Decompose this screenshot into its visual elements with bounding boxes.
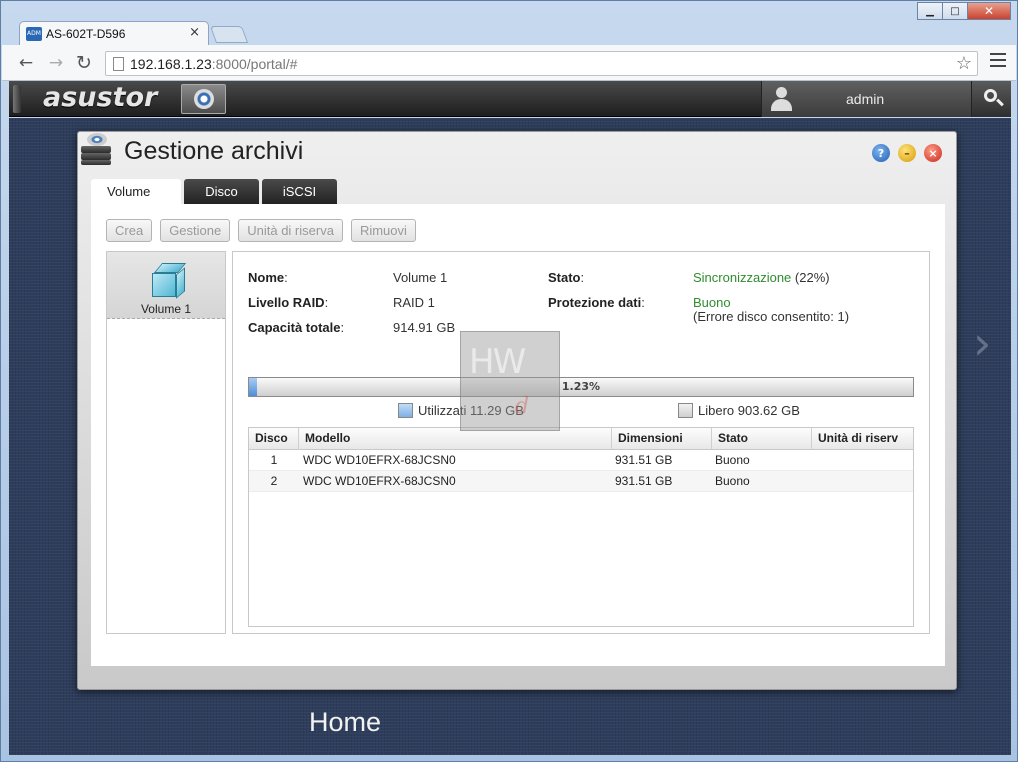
url-path: :8000/portal/# (211, 56, 298, 72)
protection-value: Buono (693, 295, 731, 310)
tab-bar: Volume Disco iSCSI (91, 179, 337, 204)
volume-list: Volume 1 (106, 251, 226, 634)
minimize-icon[interactable]: – (898, 144, 916, 162)
disk-table-header: Disco Modello Dimensioni Stato Unità di … (249, 428, 913, 450)
asustor-logo: asustor (43, 82, 158, 113)
usage-percent: 1.23% (561, 380, 601, 393)
browser-menu-icon[interactable] (990, 53, 1006, 71)
col-dimensioni[interactable]: Dimensioni (612, 428, 712, 450)
raid-value: RAID 1 (393, 295, 435, 310)
storage-manager-window: Gestione archivi ? – × Volume Disco iSCS… (77, 131, 957, 690)
name-value: Volume 1 (393, 270, 448, 285)
tab-volume[interactable]: Volume (91, 179, 181, 204)
address-url[interactable]: 192.168.1.23:8000/portal/# (130, 56, 297, 72)
col-stato[interactable]: Stato (712, 428, 812, 450)
watermark-accent: d (515, 394, 530, 419)
reload-icon[interactable]: ↻ (74, 53, 94, 73)
storage-icon[interactable] (181, 84, 226, 114)
spare-drive-button[interactable]: Unità di riserva (238, 219, 343, 242)
window-title: Gestione archivi (124, 137, 304, 165)
free-swatch (678, 403, 693, 418)
browser-toolbar: ← → ↻ 192.168.1.23:8000/portal/# ☆ (2, 45, 1016, 81)
storage-manager-icon (79, 133, 113, 165)
user-icon (770, 87, 792, 111)
tab-close-icon[interactable]: × (189, 25, 200, 40)
protection-note: (Errore disco consentito: 1) (693, 309, 850, 324)
help-icon[interactable]: ? (872, 144, 890, 162)
window-maximize-button[interactable]: □ (942, 2, 968, 20)
bookmark-star-icon[interactable]: ☆ (956, 53, 972, 74)
url-host: 192.168.1.23 (130, 56, 212, 72)
status-value: Sincronizzazione (22%) (693, 270, 830, 285)
header-grip[interactable] (13, 85, 21, 113)
tab-iscsi[interactable]: iSCSI (262, 179, 337, 204)
window-close-button[interactable]: ✕ (967, 2, 1011, 20)
volume-cube-icon (146, 259, 187, 299)
col-modello[interactable]: Modello (299, 428, 612, 450)
asustor-header: asustor admin (9, 81, 1011, 117)
search-icon[interactable] (971, 81, 1011, 117)
disk-table: Disco Modello Dimensioni Stato Unità di … (248, 427, 914, 627)
user-name: admin (846, 91, 885, 107)
cell-size: 931.51 GB (615, 453, 673, 467)
cell-status: Buono (715, 453, 750, 467)
volume-list-item[interactable]: Volume 1 (107, 252, 225, 319)
capacity-value: 914.91 GB (393, 320, 456, 335)
new-tab-button[interactable] (209, 26, 249, 43)
usage-progress-bar: 1.23% (248, 377, 914, 397)
capacity-field: Capacità totale: (248, 320, 345, 335)
browser-tab-title: AS-602T-D596 (46, 27, 126, 41)
action-toolbar: Crea Gestione Unità di riserva Rimuovi (106, 219, 416, 242)
legend-free: Libero 903.62 GB (678, 403, 800, 418)
name-label: Nome (248, 270, 285, 285)
table-row[interactable]: 2 WDC WD10EFRX-68JCSN0 931.51 GB Buono (249, 471, 913, 492)
raid-label: Livello RAID (248, 295, 325, 310)
protection-label: Protezione dati (548, 295, 642, 310)
name-field: Nome: (248, 270, 288, 285)
status-field: Stato: (548, 270, 585, 285)
raid-field: Livello RAID: (248, 295, 329, 310)
watermark-text: HW (469, 342, 526, 382)
create-button[interactable]: Crea (106, 219, 153, 242)
page-icon (113, 57, 124, 71)
volume-detail-panel: Nome: Volume 1 Livello RAID: RAID 1 Capa… (232, 251, 930, 634)
status-label: Stato (548, 270, 581, 285)
status-text: Sincronizzazione (693, 270, 792, 285)
cell-status: Buono (715, 474, 750, 488)
back-icon[interactable]: ← (16, 53, 36, 73)
status-progress: (22%) (794, 270, 830, 285)
browser-tab[interactable]: ADM AS-602T-D596 × (19, 21, 209, 46)
address-bar[interactable]: 192.168.1.23:8000/portal/# ☆ (105, 51, 978, 76)
window-title-controls: ? – × (872, 144, 942, 162)
window-minimize-button[interactable]: ▁ (917, 2, 943, 20)
cell-model: WDC WD10EFRX-68JCSN0 (303, 474, 456, 488)
forward-icon[interactable]: → (46, 53, 66, 73)
window-controls: ▁ □ ✕ (917, 2, 1011, 21)
remove-button[interactable]: Rimuovi (350, 219, 416, 242)
volume-item-label: Volume 1 (140, 302, 192, 316)
free-label: Libero 903.62 GB (698, 403, 800, 418)
cell-disk: 1 (270, 453, 278, 467)
watermark-logo: HW d (460, 331, 560, 431)
tabstrip: ADM AS-602T-D596 × ▁ □ ✕ (1, 1, 1017, 46)
table-row[interactable]: 1 WDC WD10EFRX-68JCSN0 931.51 GB Buono (249, 450, 913, 471)
next-page-arrow-icon[interactable]: › (973, 316, 991, 370)
desktop-home-label: Home (309, 707, 382, 737)
used-swatch (398, 403, 413, 418)
cell-model: WDC WD10EFRX-68JCSN0 (303, 453, 456, 467)
adm-favicon-icon: ADM (26, 27, 42, 41)
manage-button[interactable]: Gestione (160, 219, 231, 242)
cell-size: 931.51 GB (615, 474, 673, 488)
user-menu[interactable]: admin (761, 81, 971, 117)
close-icon[interactable]: × (924, 144, 942, 162)
col-disco[interactable]: Disco (249, 428, 299, 450)
protection-field: Protezione dati: (548, 295, 645, 310)
content-panel: Crea Gestione Unità di riserva Rimuovi V… (91, 204, 945, 666)
capacity-label: Capacità totale (248, 320, 341, 335)
tab-disco[interactable]: Disco (184, 179, 259, 204)
col-unita-riserva[interactable]: Unità di riserv (812, 428, 913, 450)
cell-disk: 2 (270, 474, 278, 488)
